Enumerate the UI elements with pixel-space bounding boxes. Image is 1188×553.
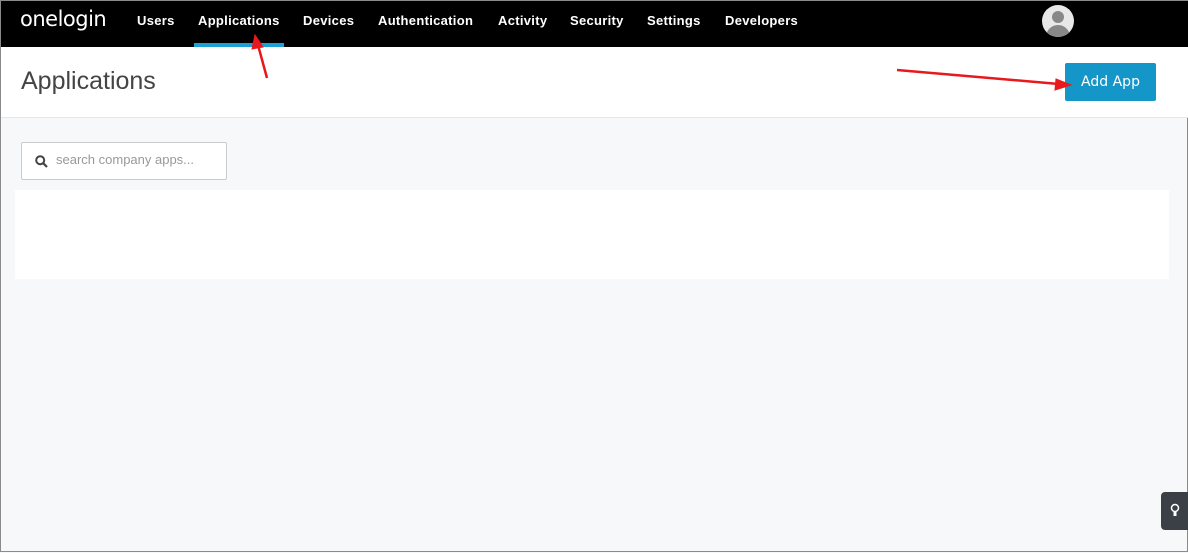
page-title: Applications [21, 67, 156, 95]
onelogin-logo[interactable]: onelogin [20, 7, 107, 31]
nav-devices[interactable]: Devices [303, 13, 354, 28]
apps-list-panel [15, 190, 1169, 279]
nav-activity[interactable]: Activity [498, 13, 547, 28]
search-icon [35, 155, 48, 168]
search-box[interactable] [21, 142, 227, 180]
page-header: Applications Add App [1, 47, 1188, 118]
search-input[interactable] [56, 152, 221, 167]
help-tips-button[interactable] [1161, 492, 1188, 530]
nav-authentication[interactable]: Authentication [378, 13, 473, 28]
user-avatar-icon[interactable] [1042, 5, 1074, 37]
nav-users[interactable]: Users [137, 13, 175, 28]
lightbulb-icon [1170, 503, 1180, 516]
nav-developers[interactable]: Developers [725, 13, 798, 28]
nav-applications[interactable]: Applications [198, 13, 280, 28]
nav-security[interactable]: Security [570, 13, 624, 28]
add-app-button[interactable]: Add App [1065, 63, 1156, 101]
nav-settings[interactable]: Settings [647, 13, 701, 28]
top-nav: onelogin Users Applications Devices Auth… [1, 1, 1188, 47]
